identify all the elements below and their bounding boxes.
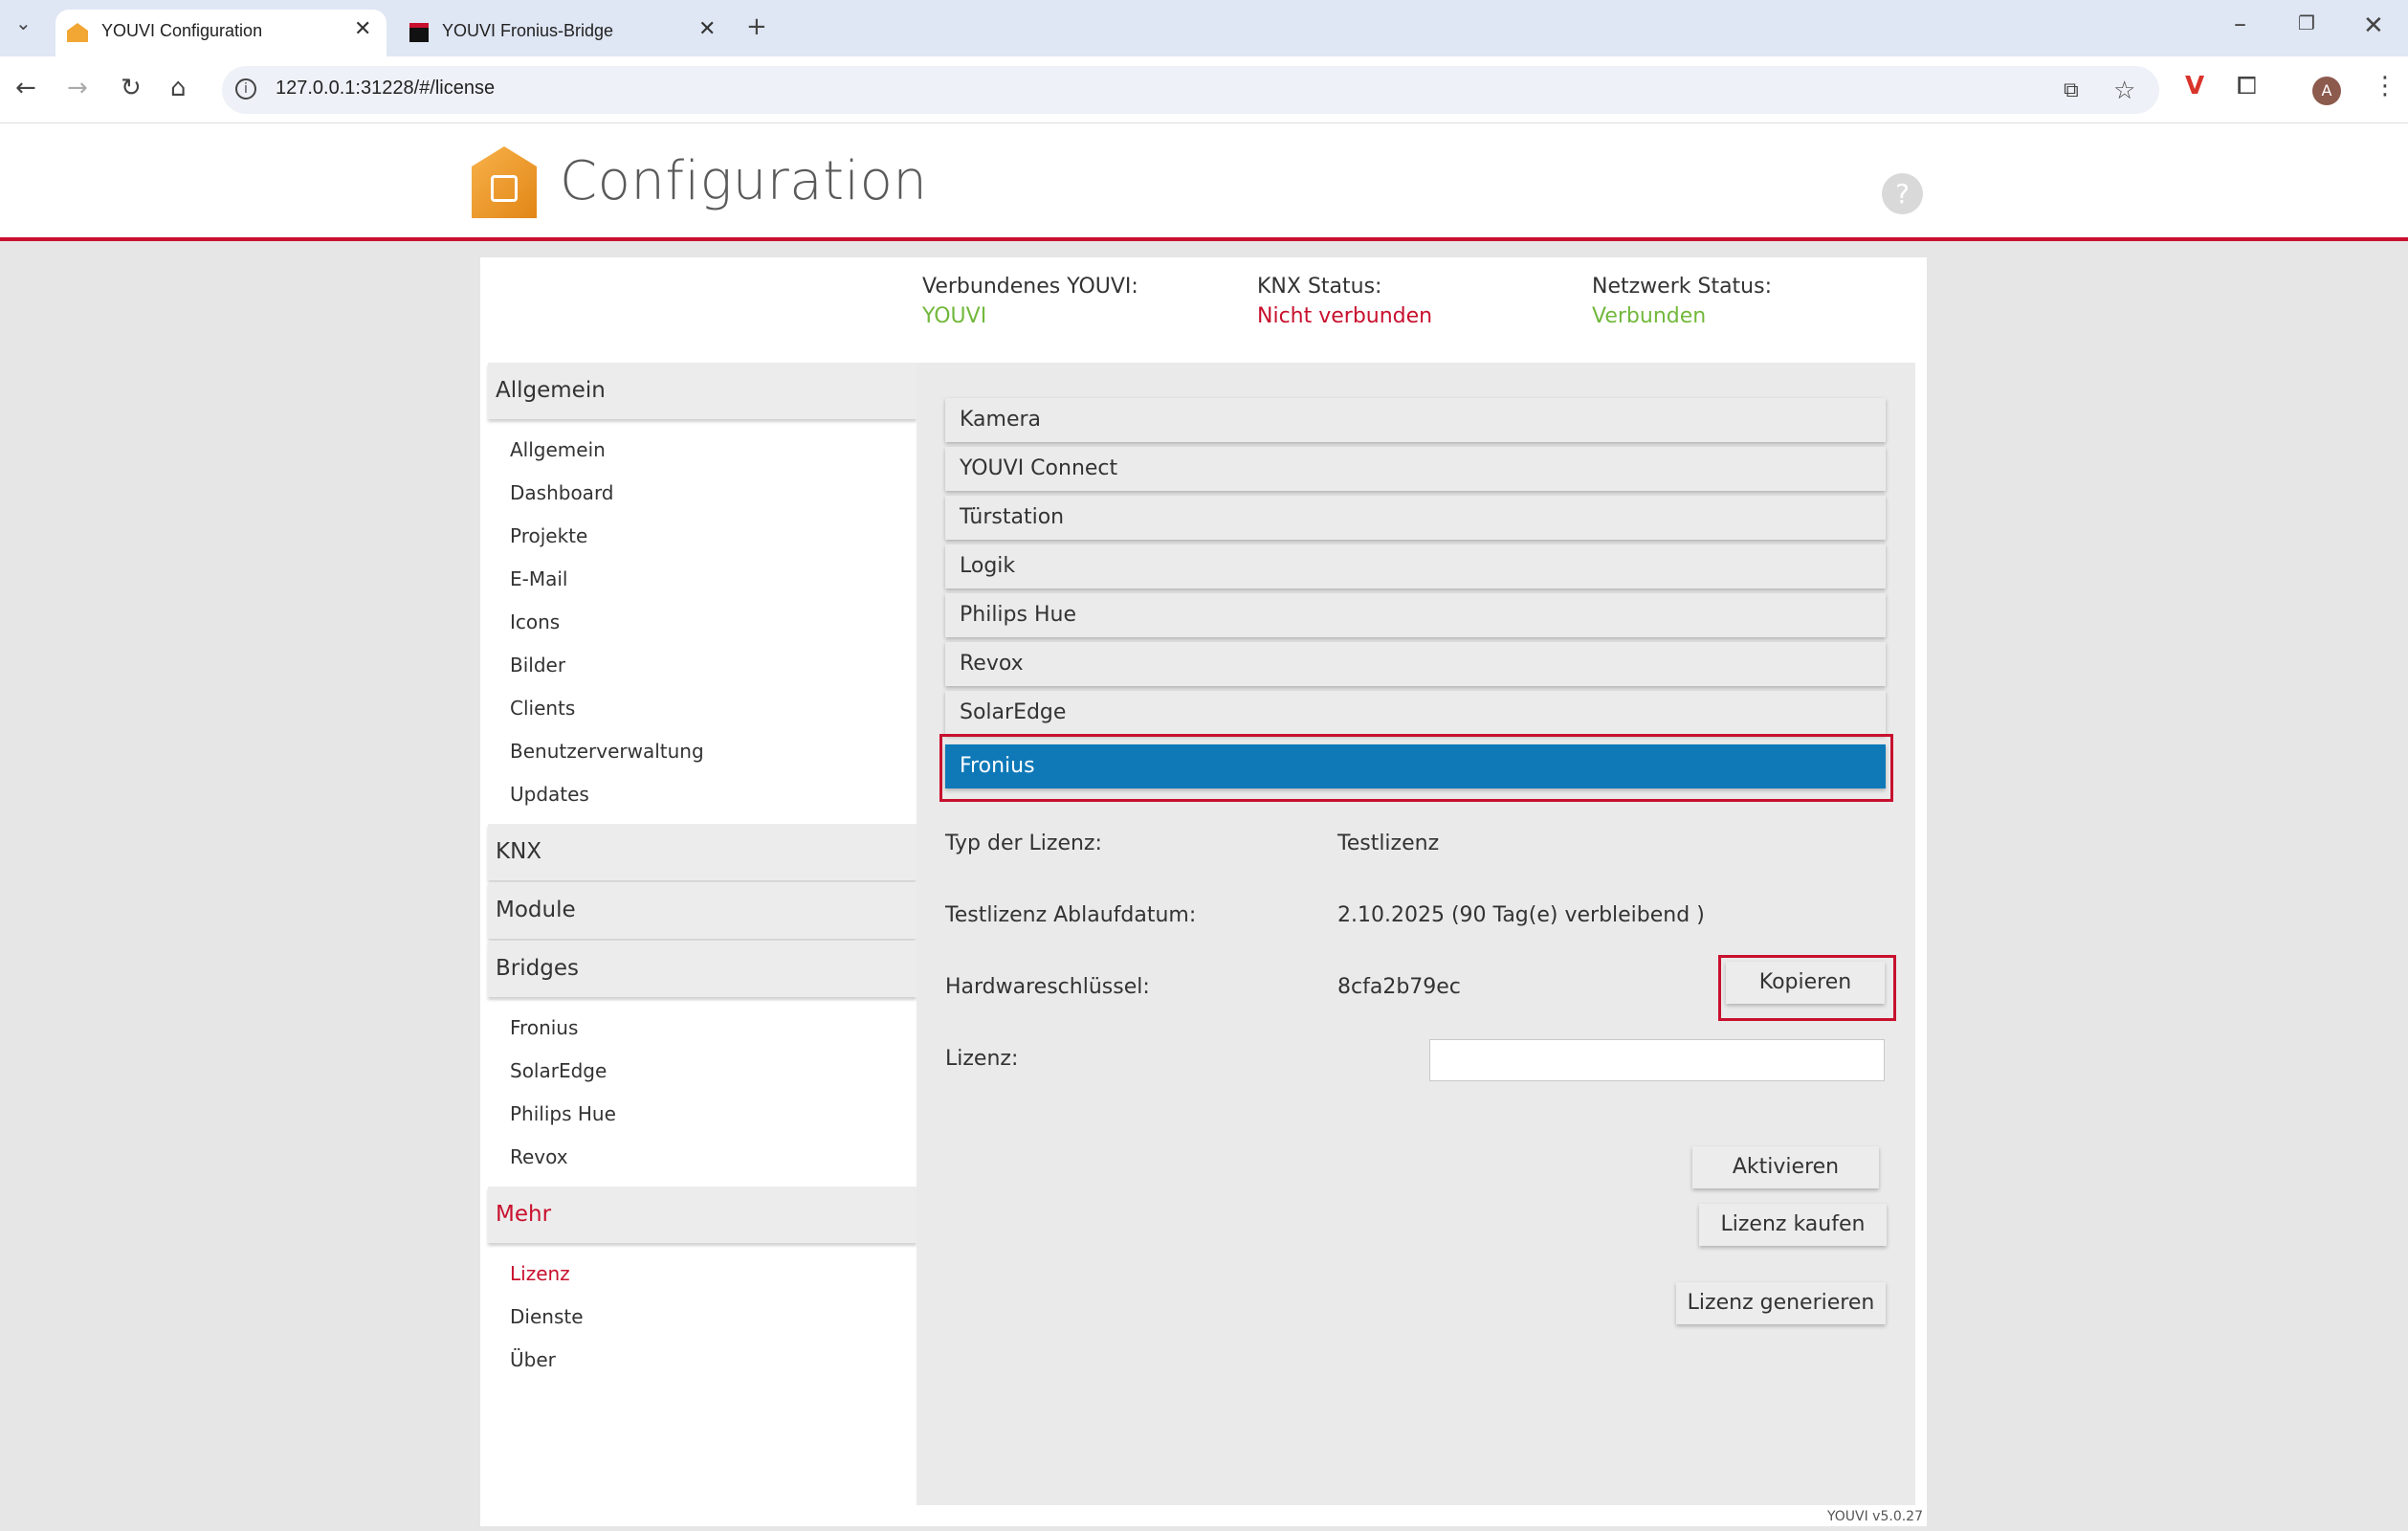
close-tab-icon[interactable]: ✕ xyxy=(354,17,371,41)
sidebar-section-allgemein[interactable]: Allgemein xyxy=(488,363,917,419)
bookmark-star-icon[interactable]: ☆ xyxy=(2113,77,2135,105)
sidebar-section-bridges[interactable]: Bridges xyxy=(488,941,917,997)
sidebar-item-ueber[interactable]: Über xyxy=(488,1339,917,1382)
sidebar-list-bridges: Fronius SolarEdge Philips Hue Revox xyxy=(488,999,917,1187)
help-icon[interactable]: ? xyxy=(1882,173,1923,214)
fronius-highlight-box xyxy=(939,734,1893,802)
knx-status-label: KNX Status: xyxy=(1257,275,1382,299)
sidebar-item-clients[interactable]: Clients xyxy=(488,687,917,730)
knx-status-value: Nicht verbunden xyxy=(1257,304,1433,328)
sidebar-section-knx[interactable]: KNX xyxy=(488,824,917,880)
sidebar-item-fronius[interactable]: Fronius xyxy=(488,1007,917,1050)
new-tab-icon[interactable]: + xyxy=(746,14,767,39)
youvi-house-icon xyxy=(67,23,88,42)
sidebar-item-philips-hue[interactable]: Philips Hue xyxy=(488,1093,917,1136)
tab-youvi-fronius-bridge[interactable]: YOUVI Fronius-Bridge ✕ xyxy=(392,10,727,56)
close-window-icon[interactable]: ✕ xyxy=(2363,13,2384,38)
restore-icon[interactable]: ❐ xyxy=(2298,13,2315,33)
sidebar-section-module[interactable]: Module xyxy=(488,882,917,939)
sidebar-item-icons[interactable]: Icons xyxy=(488,601,917,644)
sidebar-item-dienste[interactable]: Dienste xyxy=(488,1296,917,1339)
content-panel: Verbundenes YOUVI: YOUVI KNX Status: Nic… xyxy=(480,257,1927,1526)
license-type-label: Typ der Lizenz: xyxy=(945,832,1102,855)
url-text: 127.0.0.1:31228/#/license xyxy=(276,78,496,99)
sidebar-list-allgemein: Allgemein Dashboard Projekte E-Mail Icon… xyxy=(488,421,917,824)
sidebar-item-solaredge[interactable]: SolarEdge xyxy=(488,1050,917,1093)
version-label: YOUVI v5.0.27 xyxy=(1826,1509,1923,1524)
module-solaredge[interactable]: SolarEdge xyxy=(945,691,1886,735)
module-tuerstation[interactable]: Türstation xyxy=(945,496,1886,540)
license-expiry-value: 2.10.2025 (90 Tag(e) verbleibend ) xyxy=(1337,903,1705,927)
youvi-status-value: YOUVI xyxy=(922,304,987,328)
sidebar-item-projekte[interactable]: Projekte xyxy=(488,515,917,558)
page-title: Configuration xyxy=(560,150,928,212)
sidebar-item-lizenz[interactable]: Lizenz xyxy=(488,1253,917,1296)
reload-icon[interactable]: ↻ xyxy=(121,76,142,100)
tab-youvi-configuration[interactable]: YOUVI Configuration ✕ xyxy=(55,10,387,56)
youvi-status-label: Verbundenes YOUVI: xyxy=(922,275,1138,299)
license-label: Lizenz: xyxy=(945,1047,1019,1071)
activate-button[interactable]: Aktivieren xyxy=(1692,1146,1879,1188)
forward-icon[interactable]: → xyxy=(67,76,88,100)
vivaldi-extension-icon[interactable]: V xyxy=(2185,74,2204,99)
network-status-label: Netzwerk Status: xyxy=(1592,275,1772,299)
sidebar-item-updates[interactable]: Updates xyxy=(488,773,917,816)
license-input[interactable] xyxy=(1429,1039,1885,1081)
minimize-icon[interactable]: – xyxy=(2234,11,2246,36)
network-status-value: Verbunden xyxy=(1592,304,1707,328)
sidebar-item-dashboard[interactable]: Dashboard xyxy=(488,472,917,515)
generate-license-button[interactable]: Lizenz generieren xyxy=(1676,1282,1886,1324)
site-info-icon[interactable]: i xyxy=(235,78,256,100)
buy-license-button[interactable]: Lizenz kaufen xyxy=(1699,1204,1887,1246)
module-revox[interactable]: Revox xyxy=(945,642,1886,686)
browser-menu-icon[interactable]: ⋮ xyxy=(2373,74,2397,99)
fronius-bridge-icon xyxy=(409,23,429,42)
back-icon[interactable]: ← xyxy=(15,76,36,100)
license-type-value: Testlizenz xyxy=(1337,832,1440,855)
browser-tab-bar: ⌄ YOUVI Configuration ✕ YOUVI Fronius-Br… xyxy=(0,0,2408,56)
close-tab-icon[interactable]: ✕ xyxy=(698,17,716,41)
tab-title: YOUVI Configuration xyxy=(101,21,263,40)
license-main: Kamera YOUVI Connect Türstation Logik Ph… xyxy=(917,363,1915,1505)
module-youvi-connect[interactable]: YOUVI Connect xyxy=(945,447,1886,491)
hardware-key-value: 8cfa2b79ec xyxy=(1337,975,1461,999)
sidebar-item-revox[interactable]: Revox xyxy=(488,1136,917,1179)
sidebar-list-mehr: Lizenz Dienste Über xyxy=(488,1245,917,1389)
copy-highlight-box xyxy=(1718,955,1896,1021)
hardware-key-label: Hardwareschlüssel: xyxy=(945,975,1150,999)
translate-icon[interactable]: ⧉ xyxy=(2064,78,2079,102)
sidebar-item-email[interactable]: E-Mail xyxy=(488,558,917,601)
module-philips-hue[interactable]: Philips Hue xyxy=(945,593,1886,637)
browser-toolbar: ← → ↻ ⌂ i 127.0.0.1:31228/#/license ⧉ ☆ … xyxy=(0,56,2408,123)
tab-list-chevron-icon[interactable]: ⌄ xyxy=(15,13,32,33)
module-kamera[interactable]: Kamera xyxy=(945,398,1886,442)
license-expiry-label: Testlizenz Ablaufdatum: xyxy=(945,903,1197,927)
module-logik[interactable]: Logik xyxy=(945,544,1886,588)
sidebar-item-allgemein[interactable]: Allgemein xyxy=(488,429,917,472)
home-icon[interactable]: ⌂ xyxy=(170,76,187,100)
sidebar-item-benutzerverwaltung[interactable]: Benutzerverwaltung xyxy=(488,730,917,773)
extensions-puzzle-icon[interactable]: ⧠ xyxy=(2237,74,2257,99)
sidebar-item-bilder[interactable]: Bilder xyxy=(488,644,917,687)
sidebar-section-mehr[interactable]: Mehr xyxy=(488,1187,917,1243)
tab-title: YOUVI Fronius-Bridge xyxy=(442,21,614,40)
sidebar: Allgemein Allgemein Dashboard Projekte E… xyxy=(488,363,917,1389)
app-header: Configuration ? xyxy=(0,123,2408,241)
youvi-logo-icon xyxy=(472,146,537,218)
address-bar[interactable]: i 127.0.0.1:31228/#/license ⧉ ☆ xyxy=(222,66,2159,114)
profile-avatar[interactable]: A xyxy=(2312,77,2341,105)
